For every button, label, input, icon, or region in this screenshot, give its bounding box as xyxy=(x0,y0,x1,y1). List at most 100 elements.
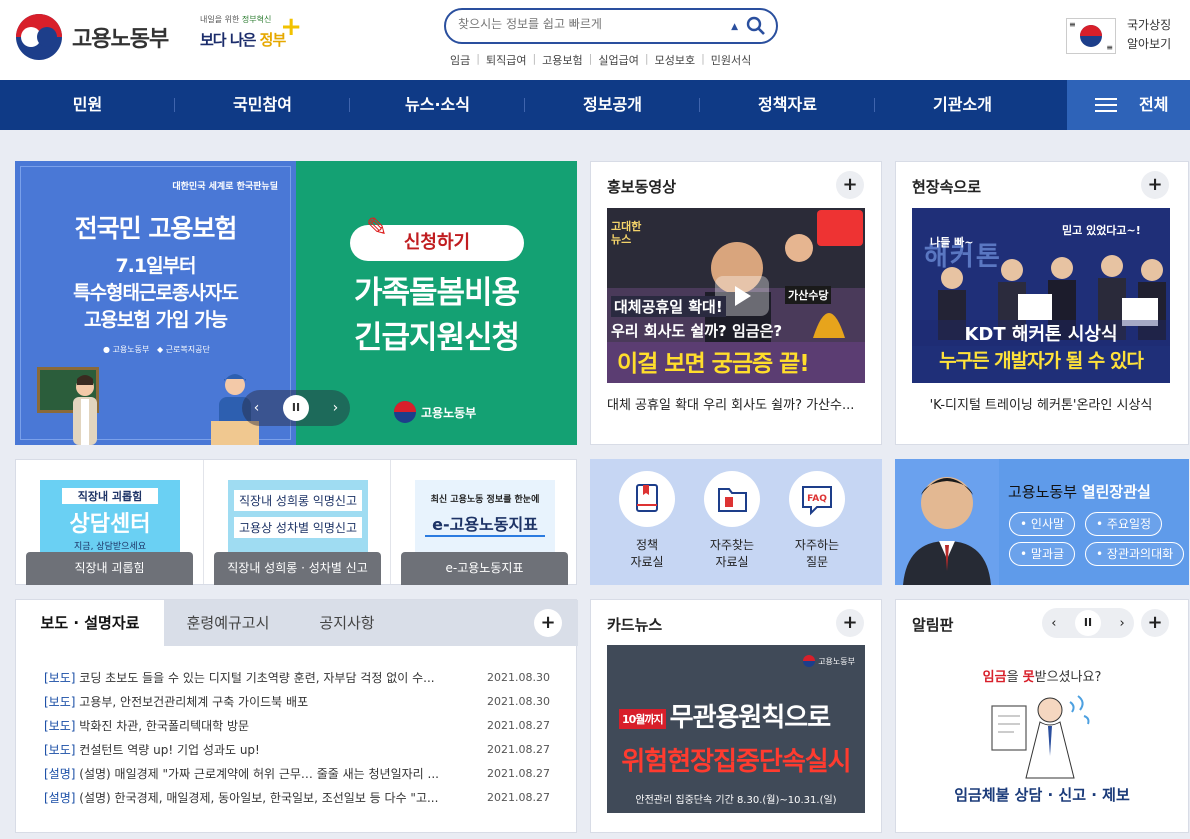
pause-button[interactable]: II xyxy=(283,395,309,421)
field-caption[interactable]: 'K-디지털 트레이닝 헤커톤'온라인 시상식 xyxy=(912,394,1170,413)
prev-arrow-icon[interactable]: ‹ xyxy=(254,400,260,416)
more-plus-button[interactable]: + xyxy=(1141,609,1169,637)
video-caption[interactable]: 대체 공휴일 확대 우리 회사도 쉴까? 가산수... xyxy=(607,394,865,413)
quick-link-retirement[interactable]: 퇴직급여 xyxy=(486,52,526,68)
card-footer: 안전관리 집중단속 기간 8.30.(월)~10.31.(일) xyxy=(635,795,837,806)
banner-logo1: 고용노동부 xyxy=(112,345,150,354)
panel-title: 홍보동영상 xyxy=(607,178,677,196)
prev-arrow-icon[interactable]: ‹ xyxy=(1051,616,1056,631)
news-row[interactable]: [보도] 고용부, 안전보건관리체계 구축 가이드북 배포 2021.08.30 xyxy=(44,690,550,714)
quick-link-unemployment[interactable]: 실업급여 xyxy=(598,52,638,68)
banner-right-title1: 가족돌봄비용 xyxy=(353,275,520,311)
chip-schedule[interactable]: • 주요일정 xyxy=(1085,512,1163,536)
minister-photo xyxy=(895,459,999,585)
notice-question[interactable]: 임금을 못받으셨나요? xyxy=(896,666,1188,685)
dropdown-arrow-icon[interactable]: ▲ xyxy=(731,22,738,32)
faq-icon: FAQ xyxy=(789,471,845,527)
cell-label: e-고용노동지표 xyxy=(401,552,568,585)
nav-item-civil[interactable]: 민원 xyxy=(0,80,175,130)
cell-img-line2: e-고용노동지표 xyxy=(425,511,545,537)
harassment-center-link[interactable]: 직장내 괴롭힘 상담센터 지금, 상담받으세요 직장내 괴롭힘 xyxy=(16,460,203,585)
harassment-report-link[interactable]: 직장내 성희롱 익명신고 고용상 성차별 익명신고 직장내 성희롱 · 성차별 … xyxy=(204,460,391,585)
quick-search-links: 임금 | 퇴직급여 | 고용보험 | 실업급여 | 모성보호 | 민원서식 xyxy=(450,52,752,68)
ministry-mark-icon xyxy=(803,655,816,667)
news-row[interactable]: [보도] 컨설턴트 역량 up! 기업 성과도 up! 2021.08.27 xyxy=(44,738,550,762)
korean-flag-icon[interactable]: ≡ ≡ xyxy=(1066,18,1116,54)
card-news-image[interactable]: 고용노동부 10월까지 무관용원칙으로 위험현장집중단속실시 안전관리 집중단속 … xyxy=(607,645,865,813)
card-line1: 무관용원칙으로 xyxy=(669,703,831,733)
promo-video-thumbnail[interactable]: 고대한 뉴스 가산수당 대체공휴일 확대! 우리 회사도 쉴까? 임금은? 이걸… xyxy=(607,208,865,383)
chip-speeches[interactable]: • 말과글 xyxy=(1009,542,1076,566)
gov-slogan-highlight: 정부혁신 xyxy=(241,15,272,24)
pause-button[interactable]: II xyxy=(1075,610,1101,636)
notice-controls: ‹ II › xyxy=(1042,608,1134,638)
search-input[interactable] xyxy=(458,17,718,31)
cell-img-line3: 지금, 상담받으세요 xyxy=(74,542,146,552)
all-menu-button[interactable]: 전체 xyxy=(1067,80,1190,130)
national-symbol-link[interactable]: 국가상징 알아보기 xyxy=(1127,16,1171,54)
next-arrow-icon[interactable]: › xyxy=(333,400,339,416)
news-row[interactable]: [보도] 박화진 차관, 한국폴리텍대학 방문 2021.08.27 xyxy=(44,714,550,738)
thumb-bubble: 가산수당 xyxy=(785,286,832,304)
main-nav: 민원 국민참여 뉴스·소식 정보공개 정책자료 기관소개 전체 xyxy=(0,80,1190,130)
nav-item-policy[interactable]: 정책자료 xyxy=(700,80,875,130)
banner-logo2: 근로복지공단 xyxy=(165,345,210,354)
tab-notices[interactable]: 공지사항 xyxy=(292,600,402,646)
news-row[interactable]: [설명] (설명) 매일경제 "가짜 근로계약에 허위 근무… 줄줄 새는 청년… xyxy=(44,762,550,786)
logo-text: 고용노동부 xyxy=(72,27,169,52)
tab-press-release[interactable]: 보도 · 설명자료 xyxy=(16,600,164,646)
thumb-text1: KDT 해커톤 시상식 xyxy=(912,320,1170,346)
frequent-library-link[interactable]: 자주찾는 자료실 xyxy=(702,471,762,571)
banner-title: 전국민 고용보험 xyxy=(74,214,238,243)
nav-item-about[interactable]: 기관소개 xyxy=(875,80,1050,130)
thumb-bubble1: 믿고 있었다고~! xyxy=(1062,224,1141,237)
gov-innovation-logo[interactable]: 내일을 위한 정부혁신 보다 나은 정부 + xyxy=(200,12,306,60)
thumb-text1: 대체공휴일 확대! xyxy=(611,296,726,317)
tab-directives[interactable]: 훈령예규고시 xyxy=(164,600,292,646)
notice-board-panel: 알림판 ‹ II › + 임금을 못받으셨나요? 임금체불 상담 · 신고 · … xyxy=(895,599,1189,833)
e-labor-index-link[interactable]: 최신 고용노동 정보를 한눈에 e-고용노동지표 e-고용노동지표 xyxy=(391,460,578,585)
quick-link-wage[interactable]: 임금 xyxy=(450,52,470,68)
chip-dialogue[interactable]: • 장관과의대화 xyxy=(1085,542,1185,566)
faq-link[interactable]: FAQ 자주하는 질문 xyxy=(787,471,847,571)
policy-library-link[interactable]: 정책 자료실 xyxy=(617,471,677,571)
wage-arrears-text[interactable]: 임금체불 상담 · 신고 · 제보 xyxy=(896,784,1188,805)
minister-office-panel[interactable]: 고용노동부 열린장관실 • 인사말 • 주요일정 • 말과글 • 장관과의대화 xyxy=(895,459,1189,585)
thumb-text2: 누구든 개발자가 될 수 있다 xyxy=(939,350,1144,372)
more-plus-button[interactable]: + xyxy=(836,609,864,637)
ministry-logo[interactable]: 고용노동부 xyxy=(16,14,169,60)
quick-link-employment-insurance[interactable]: 고용보험 xyxy=(542,52,582,68)
chip-greeting[interactable]: • 인사말 xyxy=(1009,512,1076,536)
cell-img-line1: 최신 고용노동 정보를 한눈에 xyxy=(430,495,540,505)
news-row[interactable]: [설명] (설명) 한국경제, 매일경제, 동아일보, 한국일보, 조선일보 등… xyxy=(44,786,550,810)
more-plus-button[interactable]: + xyxy=(1141,171,1169,199)
news-row[interactable]: [보도] 코딩 초보도 들을 수 있는 디지털 기초역량 훈련, 자부담 걱정 … xyxy=(44,666,550,690)
panel-title: 카드뉴스 xyxy=(607,616,663,634)
quick-link-maternity[interactable]: 모성보호 xyxy=(655,52,695,68)
cell-label: 직장내 성희롱 · 성차별 신고 xyxy=(214,552,381,585)
search-icon[interactable] xyxy=(746,16,766,36)
thumb-text3: 이걸 보면 궁금증 끝! xyxy=(617,351,810,377)
quick-link-forms[interactable]: 민원서식 xyxy=(711,52,751,68)
nav-item-news[interactable]: 뉴스·소식 xyxy=(350,80,525,130)
panel-title: 현장속으로 xyxy=(912,178,982,196)
nav-item-disclosure[interactable]: 정보공개 xyxy=(525,80,700,130)
more-plus-button[interactable]: + xyxy=(836,171,864,199)
gov-slogan-small: 내일을 위한 xyxy=(200,15,240,24)
hamburger-icon xyxy=(1095,98,1117,112)
resource-icon-links: 정책 자료실 자주찾는 자료실 FAQ 자주하는 질문 xyxy=(590,459,882,585)
more-plus-button[interactable]: + xyxy=(534,609,562,637)
nav-item-participation[interactable]: 국민참여 xyxy=(175,80,350,130)
cell-img-line2: 상담센터 xyxy=(69,512,151,537)
cell-label: 직장내 괴롭힘 xyxy=(26,552,193,585)
minister-title-normal: 고용노동부 xyxy=(1008,483,1078,501)
news-list: [보도] 코딩 초보도 들을 수 있는 디지털 기초역량 훈련, 자부담 걱정 … xyxy=(44,666,550,810)
minister-title-bold: 열린장관실 xyxy=(1081,483,1151,501)
main-banner-carousel[interactable]: 대한민국 세계로 한국판뉴딜 전국민 고용보험 7.1일부터 특수형태근로종사자… xyxy=(15,161,577,445)
cell-img-line1: 직장내 괴롭힘 xyxy=(62,488,158,504)
field-thumbnail[interactable]: 해커톤 나들 빠~ 믿고 있었다고~! KDT 해커톤 시상식 누구든 개발자가… xyxy=(912,208,1170,383)
svg-text:FAQ: FAQ xyxy=(807,494,827,504)
next-arrow-icon[interactable]: › xyxy=(1120,616,1125,631)
press-release-panel: 보도 · 설명자료 훈령예규고시 공지사항 + [보도] 코딩 초보도 들을 수… xyxy=(15,599,578,833)
plus-icon: + xyxy=(280,12,302,42)
